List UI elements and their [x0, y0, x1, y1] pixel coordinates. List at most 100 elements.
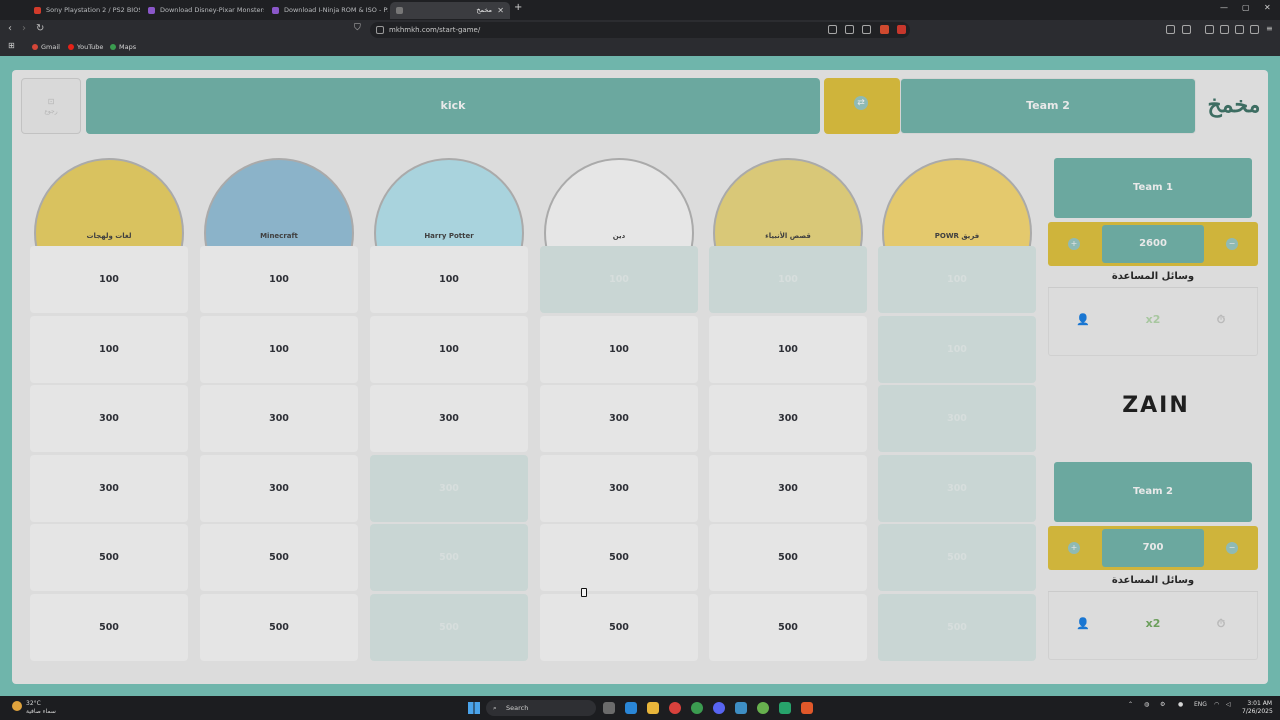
- timer-icon[interactable]: ⏱: [1213, 312, 1229, 328]
- question-cell: 300: [370, 454, 528, 522]
- bookmark-maps[interactable]: Maps: [110, 43, 136, 51]
- question-cell[interactable]: 100: [370, 246, 528, 313]
- apps-grid-icon[interactable]: ⊞: [8, 41, 15, 50]
- weather-widget[interactable]: 32°C سماء صافية: [26, 700, 56, 716]
- question-cell[interactable]: 100: [709, 315, 867, 383]
- question-cell[interactable]: 300: [709, 454, 867, 522]
- reload-icon[interactable]: ↻: [36, 23, 44, 34]
- volume-icon[interactable]: ◁: [1226, 701, 1231, 708]
- tab-i-ninja[interactable]: Download I-Ninja ROM & ISO - PS2: [266, 2, 388, 19]
- question-cell[interactable]: 300: [540, 385, 698, 452]
- timer-icon[interactable]: ⏱: [1213, 616, 1229, 632]
- question-cell: 500: [370, 524, 528, 591]
- question-cell[interactable]: 300: [200, 385, 358, 452]
- discord-icon[interactable]: [713, 702, 725, 714]
- category-column-4: 100 100 300 300 500 500: [540, 246, 698, 662]
- maximize-icon[interactable]: ▢: [1242, 3, 1250, 12]
- extensions-icon[interactable]: [1166, 25, 1175, 34]
- file-explorer-icon[interactable]: [647, 702, 659, 714]
- bookmark-icon[interactable]: ⛉: [354, 23, 361, 33]
- question-cell[interactable]: 500: [30, 524, 188, 591]
- question-cell[interactable]: 100: [200, 246, 358, 313]
- network-icon[interactable]: ◍: [1144, 701, 1149, 708]
- question-cell[interactable]: 500: [200, 524, 358, 591]
- question-cell[interactable]: 100: [370, 315, 528, 383]
- site-info-icon[interactable]: [376, 26, 384, 34]
- question-cell[interactable]: 100: [30, 315, 188, 383]
- translate-icon[interactable]: [828, 25, 837, 34]
- show-hidden-icons-icon[interactable]: ⌃: [1128, 701, 1133, 708]
- question-cell[interactable]: 500: [709, 524, 867, 591]
- tab-monsters-inc[interactable]: Download Disney-Pixar Monsters, Inc.: [142, 2, 264, 19]
- clock[interactable]: 3:01 AM 7/26/2025: [1242, 700, 1273, 716]
- question-cell[interactable]: 300: [30, 454, 188, 522]
- call-friend-icon[interactable]: 👤: [1075, 616, 1091, 632]
- question-cell[interactable]: 500: [709, 593, 867, 661]
- minimize-icon[interactable]: —: [1220, 3, 1228, 12]
- question-cell[interactable]: 500: [200, 593, 358, 661]
- tab-ps2-bios[interactable]: Sony Playstation 2 / PS2 BIOS Downl: [28, 2, 140, 19]
- question-cell[interactable]: 500: [540, 524, 698, 591]
- new-tab-icon[interactable]: +: [514, 2, 522, 13]
- back-arrow-icon[interactable]: ‹: [8, 23, 12, 34]
- close-window-icon[interactable]: ✕: [1264, 3, 1271, 12]
- wifi-icon[interactable]: ◠: [1214, 701, 1219, 708]
- question-cell[interactable]: 300: [370, 385, 528, 452]
- close-tab-icon[interactable]: ✕: [497, 2, 504, 19]
- tab-mkhmkh[interactable]: مخمخ ✕: [390, 2, 510, 19]
- call-friend-icon[interactable]: 👤: [1075, 312, 1091, 328]
- leo-icon[interactable]: [1235, 25, 1244, 34]
- rewards-icon[interactable]: [897, 25, 906, 34]
- category-header-6: POWR فريق: [879, 154, 1035, 246]
- edge-icon[interactable]: [625, 702, 637, 714]
- vpn-app-icon[interactable]: [735, 702, 747, 714]
- question-cell[interactable]: 100: [30, 246, 188, 313]
- share-icon[interactable]: [862, 25, 871, 34]
- wallet-icon[interactable]: [1182, 25, 1191, 34]
- brave-browser-icon[interactable]: [801, 702, 813, 714]
- aids-label: وسائل المساعدة: [1111, 271, 1195, 282]
- reader-icon[interactable]: [1220, 25, 1229, 34]
- question-cell[interactable]: 100: [200, 315, 358, 383]
- team-1-aids: 👤 x2 ⏱: [1048, 288, 1258, 356]
- settings-tray-icon[interactable]: ⚙: [1160, 701, 1165, 708]
- bookmark-label: Gmail: [41, 43, 60, 51]
- team-2-decrease-button[interactable]: −: [1226, 542, 1238, 554]
- question-cell: 100: [878, 246, 1036, 313]
- language-indicator[interactable]: ENG: [1194, 701, 1207, 708]
- android-app-icon[interactable]: [757, 702, 769, 714]
- menu-icon[interactable]: ≡: [1266, 25, 1275, 34]
- sidebar-icon[interactable]: [1205, 25, 1214, 34]
- current-team-label: Team 2: [1026, 99, 1070, 112]
- question-cell[interactable]: 500: [30, 593, 188, 661]
- question-cell[interactable]: 500: [540, 593, 698, 661]
- task-view-icon[interactable]: [603, 702, 615, 714]
- chat-app-icon[interactable]: [779, 702, 791, 714]
- media-player-icon[interactable]: [669, 702, 681, 714]
- brave-shield-icon[interactable]: [880, 25, 889, 34]
- vpn-icon[interactable]: [1250, 25, 1259, 34]
- back-button[interactable]: ⊡ رجوع: [21, 78, 81, 134]
- weather-icon[interactable]: [12, 701, 22, 711]
- bookmark-youtube[interactable]: YouTube: [68, 43, 103, 51]
- microphone-icon[interactable]: ●: [1178, 701, 1183, 708]
- team-1-decrease-button[interactable]: −: [1226, 238, 1238, 250]
- question-cell[interactable]: 300: [30, 385, 188, 452]
- taskbar-search[interactable]: ⌕ Search: [486, 700, 596, 716]
- double-points-icon[interactable]: x2: [1145, 312, 1161, 328]
- question-cell[interactable]: 300: [200, 454, 358, 522]
- forward-arrow-icon[interactable]: ›: [22, 23, 26, 34]
- windows-start-icon[interactable]: [468, 702, 480, 714]
- question-cell[interactable]: 300: [709, 385, 867, 452]
- team-2-increase-button[interactable]: +: [1068, 542, 1080, 554]
- bookmark-gmail[interactable]: Gmail: [32, 43, 60, 51]
- site-logo[interactable]: مخمخ: [1206, 88, 1262, 122]
- chrome-icon[interactable]: [691, 702, 703, 714]
- cast-icon[interactable]: [845, 25, 854, 34]
- tab-title: Sony Playstation 2 / PS2 BIOS Downl: [46, 6, 140, 14]
- swap-turn-button[interactable]: ⇄: [824, 78, 900, 134]
- team-1-increase-button[interactable]: +: [1068, 238, 1080, 250]
- double-points-icon[interactable]: x2: [1145, 616, 1161, 632]
- question-cell[interactable]: 100: [540, 315, 698, 383]
- question-cell[interactable]: 300: [540, 454, 698, 522]
